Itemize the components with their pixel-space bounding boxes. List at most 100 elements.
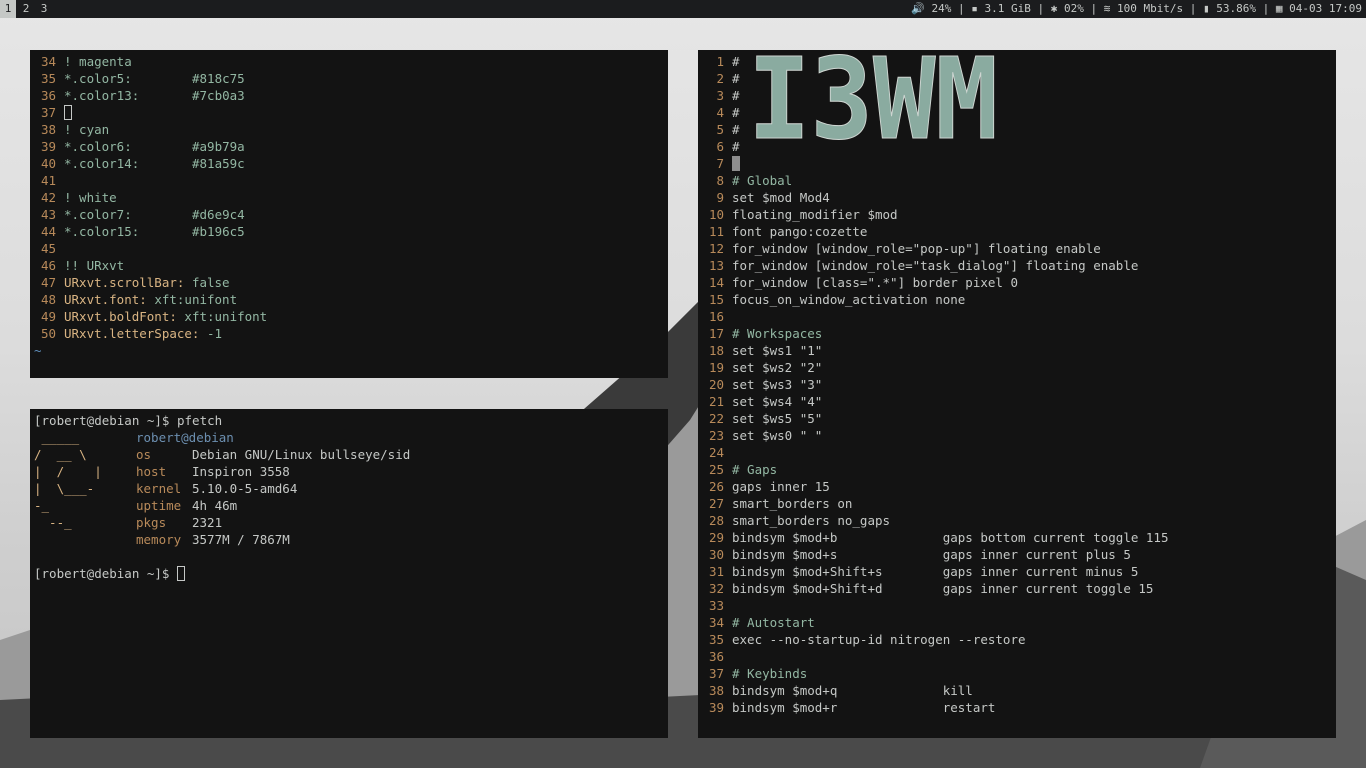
line-number: 37 bbox=[708, 666, 724, 681]
code-line: 39 *.color6: #a9b79a bbox=[32, 138, 668, 155]
resource-value: #818c75 bbox=[192, 71, 245, 86]
info-row: robert@debian bbox=[136, 429, 410, 446]
resource-key: *.color7: bbox=[64, 207, 132, 222]
code-line: 16 bbox=[700, 308, 1336, 325]
command-prompt-active[interactable]: [robert@debian ~]$ bbox=[34, 565, 668, 582]
resource-value: xft:unifont bbox=[146, 292, 238, 307]
info-value: 2321 bbox=[192, 515, 223, 530]
line-number: 22 bbox=[708, 411, 724, 426]
resource-value: false bbox=[184, 275, 230, 290]
code-text: exec --no-startup-id nitrogen --restore bbox=[732, 632, 1026, 647]
line-number: 7 bbox=[716, 156, 724, 171]
prompt-text: [robert@debian ~]$ bbox=[34, 566, 177, 581]
code-text: bindsym $mod+Shift+s gaps inner current … bbox=[732, 564, 1139, 579]
code-line: 39 bindsym $mod+r restart bbox=[700, 699, 1336, 716]
code-line: 15 focus_on_window_activation none bbox=[700, 291, 1336, 308]
code-text: # Gaps bbox=[732, 462, 778, 477]
resource-value: #b196c5 bbox=[192, 224, 245, 239]
resource-value: #81a59c bbox=[192, 156, 245, 171]
code-text: # bbox=[732, 88, 740, 103]
code-line: 26 gaps inner 15 bbox=[700, 478, 1336, 495]
xresources-editor-window[interactable]: 34 ! magenta 35 *.color5: #818c75 36 *.color13… bbox=[30, 50, 668, 378]
code-line: 19 set $ws2 "2" bbox=[700, 359, 1336, 376]
line-number: 20 bbox=[708, 377, 724, 392]
info-key: kernel bbox=[136, 481, 182, 496]
i3-config-editor-window[interactable]: 1 #2 #3 #4 #5 #6 #7 8 # Global 9 set $mod Mod4 10 fl… bbox=[698, 50, 1336, 738]
code-line: 35 exec --no-startup-id nitrogen --restor… bbox=[700, 631, 1336, 648]
line-number: 31 bbox=[708, 564, 724, 579]
code-line: 34 ! magenta bbox=[32, 53, 668, 70]
line-number: 29 bbox=[708, 530, 724, 545]
line-number: 4 bbox=[716, 105, 724, 120]
code-line: 11 font pango:cozette bbox=[700, 223, 1336, 240]
line-number: 9 bbox=[716, 190, 724, 205]
line-number: 46 bbox=[40, 258, 56, 273]
code-text: set $ws5 "5" bbox=[732, 411, 823, 426]
line-number: 48 bbox=[40, 292, 56, 307]
resource-value: #d6e9c4 bbox=[192, 207, 245, 222]
code-text: focus_on_window_activation none bbox=[732, 292, 966, 307]
workspace-2[interactable]: 2 bbox=[18, 0, 34, 18]
info-row: os Debian GNU/Linux bullseye/sid bbox=[136, 446, 410, 463]
resource-key: *.color15: bbox=[64, 224, 140, 239]
code-line: 21 set $ws4 "4" bbox=[700, 393, 1336, 410]
terminal-window[interactable]: [robert@debian ~]$ pfetch _____ / __ \ | /… bbox=[30, 409, 668, 738]
code-text: # Autostart bbox=[732, 615, 815, 630]
line-number: 49 bbox=[40, 309, 56, 324]
line-number: 2 bbox=[716, 71, 724, 86]
line-number: 30 bbox=[708, 547, 724, 562]
code-line: 28 smart_borders no_gaps bbox=[700, 512, 1336, 529]
line-number: 34 bbox=[708, 615, 724, 630]
workspace-3[interactable]: 3 bbox=[36, 0, 52, 18]
line-number: 42 bbox=[40, 190, 56, 205]
line-number: 36 bbox=[708, 649, 724, 664]
logo-line: -_ bbox=[34, 498, 50, 513]
system-status: 🔊 24% | ▪ 3.1 GiB | ✱ 02% | ≋ 100 Mbit/s… bbox=[911, 2, 1362, 15]
code-text: # bbox=[732, 122, 740, 137]
code-text: set $ws2 "2" bbox=[732, 360, 823, 375]
code-line: 29 bindsym $mod+b gaps bottom current tog… bbox=[700, 529, 1336, 546]
status-bar: 1 2 3 🔊 24% | ▪ 3.1 GiB | ✱ 02% | ≋ 100 … bbox=[0, 0, 1366, 18]
line-number: 25 bbox=[708, 462, 724, 477]
info-value: robert@debian bbox=[136, 430, 234, 445]
code-line: 32 bindsym $mod+Shift+d gaps inner curren… bbox=[700, 580, 1336, 597]
line-number: 19 bbox=[708, 360, 724, 375]
code-line: 34 # Autostart bbox=[700, 614, 1336, 631]
line-number: 6 bbox=[716, 139, 724, 154]
info-value: Debian GNU/Linux bullseye/sid bbox=[192, 447, 411, 462]
line-number: 39 bbox=[708, 700, 724, 715]
code-line: 13 for_window [window_role="task_dialog"]… bbox=[700, 257, 1336, 274]
line-number: 12 bbox=[708, 241, 724, 256]
logo-line: --_ bbox=[34, 515, 72, 530]
code-line: 31 bindsym $mod+Shift+s gaps inner curren… bbox=[700, 563, 1336, 580]
line-number: 45 bbox=[40, 241, 56, 256]
line-number: 35 bbox=[708, 632, 724, 647]
line-number: 10 bbox=[708, 207, 724, 222]
logo-line: _____ bbox=[34, 430, 80, 445]
code-line: 9 set $mod Mod4 bbox=[700, 189, 1336, 206]
code-line: 47 URxvt.scrollBar: false bbox=[32, 274, 668, 291]
info-value: 5.10.0-5-amd64 bbox=[192, 481, 298, 496]
workspace-1[interactable]: 1 bbox=[0, 0, 16, 18]
comment-text: !! URxvt bbox=[64, 258, 125, 273]
code-text: font pango:cozette bbox=[732, 224, 868, 239]
line-number: 36 bbox=[40, 88, 56, 103]
line-number: 39 bbox=[40, 139, 56, 154]
code-line: 43 *.color7: #d6e9c4 bbox=[32, 206, 668, 223]
command-prompt: [robert@debian ~]$ pfetch bbox=[34, 413, 223, 428]
code-text: set $ws0 " " bbox=[732, 428, 823, 443]
code-line: 7 bbox=[700, 155, 1336, 172]
code-text: # Workspaces bbox=[732, 326, 823, 341]
code-line: 38 ! cyan bbox=[32, 121, 668, 138]
code-text: set $mod Mod4 bbox=[732, 190, 830, 205]
code-text: for_window [window_role="pop-up"] floati… bbox=[732, 241, 1101, 256]
code-text: smart_borders no_gaps bbox=[732, 513, 891, 528]
info-key: host bbox=[136, 464, 167, 479]
code-line: 25 # Gaps bbox=[700, 461, 1336, 478]
info-key: pkgs bbox=[136, 515, 167, 530]
line-number: 35 bbox=[40, 71, 56, 86]
info-row: memory 3577M / 7867M bbox=[136, 531, 410, 548]
text-cursor bbox=[64, 105, 72, 120]
code-text: set $ws4 "4" bbox=[732, 394, 823, 409]
comment-text: ! cyan bbox=[64, 122, 110, 137]
